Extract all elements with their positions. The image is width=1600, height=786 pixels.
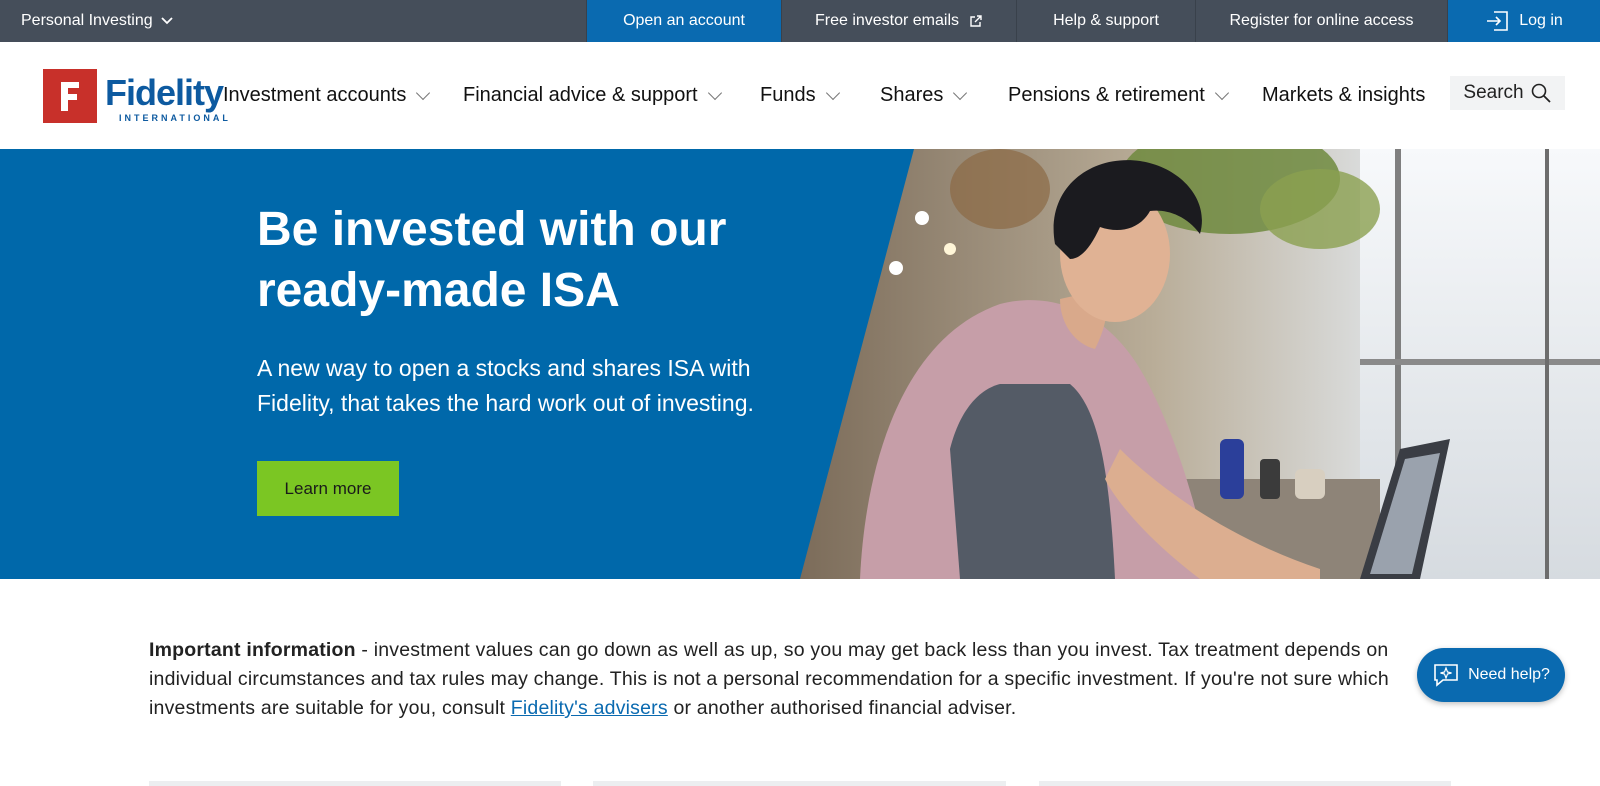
open-account-link[interactable]: Open an account bbox=[586, 0, 781, 42]
utility-bar: Personal Investing Open an account Free … bbox=[0, 0, 1600, 42]
log-in-label: Log in bbox=[1519, 12, 1563, 29]
chevron-down-icon bbox=[416, 85, 431, 100]
search-icon bbox=[1531, 83, 1551, 103]
chevron-down-icon bbox=[825, 85, 840, 100]
free-investor-emails-link[interactable]: Free investor emails bbox=[781, 0, 1016, 42]
hero-banner: Be invested with our ready-made ISA A ne… bbox=[0, 149, 1600, 579]
nav-item-shares[interactable]: Shares bbox=[880, 42, 968, 149]
nav-item-label: Shares bbox=[880, 84, 944, 106]
need-help-label: Need help? bbox=[1468, 666, 1550, 683]
card-top bbox=[593, 781, 1006, 786]
fidelity-logo[interactable]: Fidelity INTERNATIONAL bbox=[43, 69, 231, 123]
nav-item-funds[interactable]: Funds bbox=[760, 42, 840, 149]
search-label: Search bbox=[1463, 82, 1524, 103]
search-button[interactable]: Search bbox=[1450, 76, 1565, 110]
card-top bbox=[149, 781, 561, 786]
chevron-down-icon bbox=[1214, 85, 1229, 100]
free-emails-label: Free investor emails bbox=[814, 12, 960, 29]
nav-item-markets-insights[interactable]: Markets & insights bbox=[1262, 42, 1425, 149]
important-information-heading: Important information bbox=[149, 639, 356, 661]
nav-item-label: Markets & insights bbox=[1262, 84, 1426, 106]
nav-item-label: Financial advice & support bbox=[463, 84, 698, 106]
nav-item-label: Funds bbox=[760, 84, 816, 106]
nav-item-investment-accounts[interactable]: Investment accounts bbox=[223, 42, 431, 149]
chevron-down-icon bbox=[161, 17, 173, 25]
important-information: Important information - investment value… bbox=[149, 636, 1419, 723]
learn-more-button[interactable]: Learn more bbox=[257, 461, 399, 516]
register-label: Register for online access bbox=[1229, 12, 1414, 29]
nav-item-pensions[interactable]: Pensions & retirement bbox=[1008, 42, 1229, 149]
card-top bbox=[1039, 781, 1451, 786]
main-navigation: Fidelity INTERNATIONAL Investment accoun… bbox=[0, 42, 1600, 149]
fidelity-logo-mark-icon bbox=[43, 69, 97, 123]
fidelity-advisers-link[interactable]: Fidelity's advisers bbox=[511, 697, 668, 719]
nav-item-label: Investment accounts bbox=[223, 84, 407, 106]
help-support-link[interactable]: Help & support bbox=[1016, 0, 1195, 42]
log-in-link[interactable]: Log in bbox=[1447, 0, 1600, 42]
open-account-label: Open an account bbox=[623, 12, 745, 29]
logo-brand-text: Fidelity bbox=[105, 72, 224, 113]
personal-investing-label: Personal Investing bbox=[21, 12, 153, 29]
log-in-icon bbox=[1487, 11, 1509, 31]
external-link-icon bbox=[970, 15, 982, 27]
register-online-access-link[interactable]: Register for online access bbox=[1195, 0, 1447, 42]
chat-help-icon bbox=[1434, 664, 1458, 687]
logo-sub-text: INTERNATIONAL bbox=[119, 113, 231, 123]
personal-investing-dropdown[interactable]: Personal Investing bbox=[0, 0, 586, 42]
hero-subtitle: A new way to open a stocks and shares IS… bbox=[257, 355, 754, 416]
chevron-down-icon bbox=[707, 85, 722, 100]
need-help-button[interactable]: Need help? bbox=[1417, 648, 1565, 702]
nav-item-label: Pensions & retirement bbox=[1008, 84, 1205, 106]
hero-title: Be invested with our ready-made ISA bbox=[257, 203, 727, 317]
important-information-text-end: or another authorised financial adviser. bbox=[667, 697, 1017, 719]
chevron-down-icon bbox=[953, 85, 968, 100]
nav-item-financial-advice[interactable]: Financial advice & support bbox=[463, 42, 722, 149]
help-support-label: Help & support bbox=[1053, 12, 1159, 29]
